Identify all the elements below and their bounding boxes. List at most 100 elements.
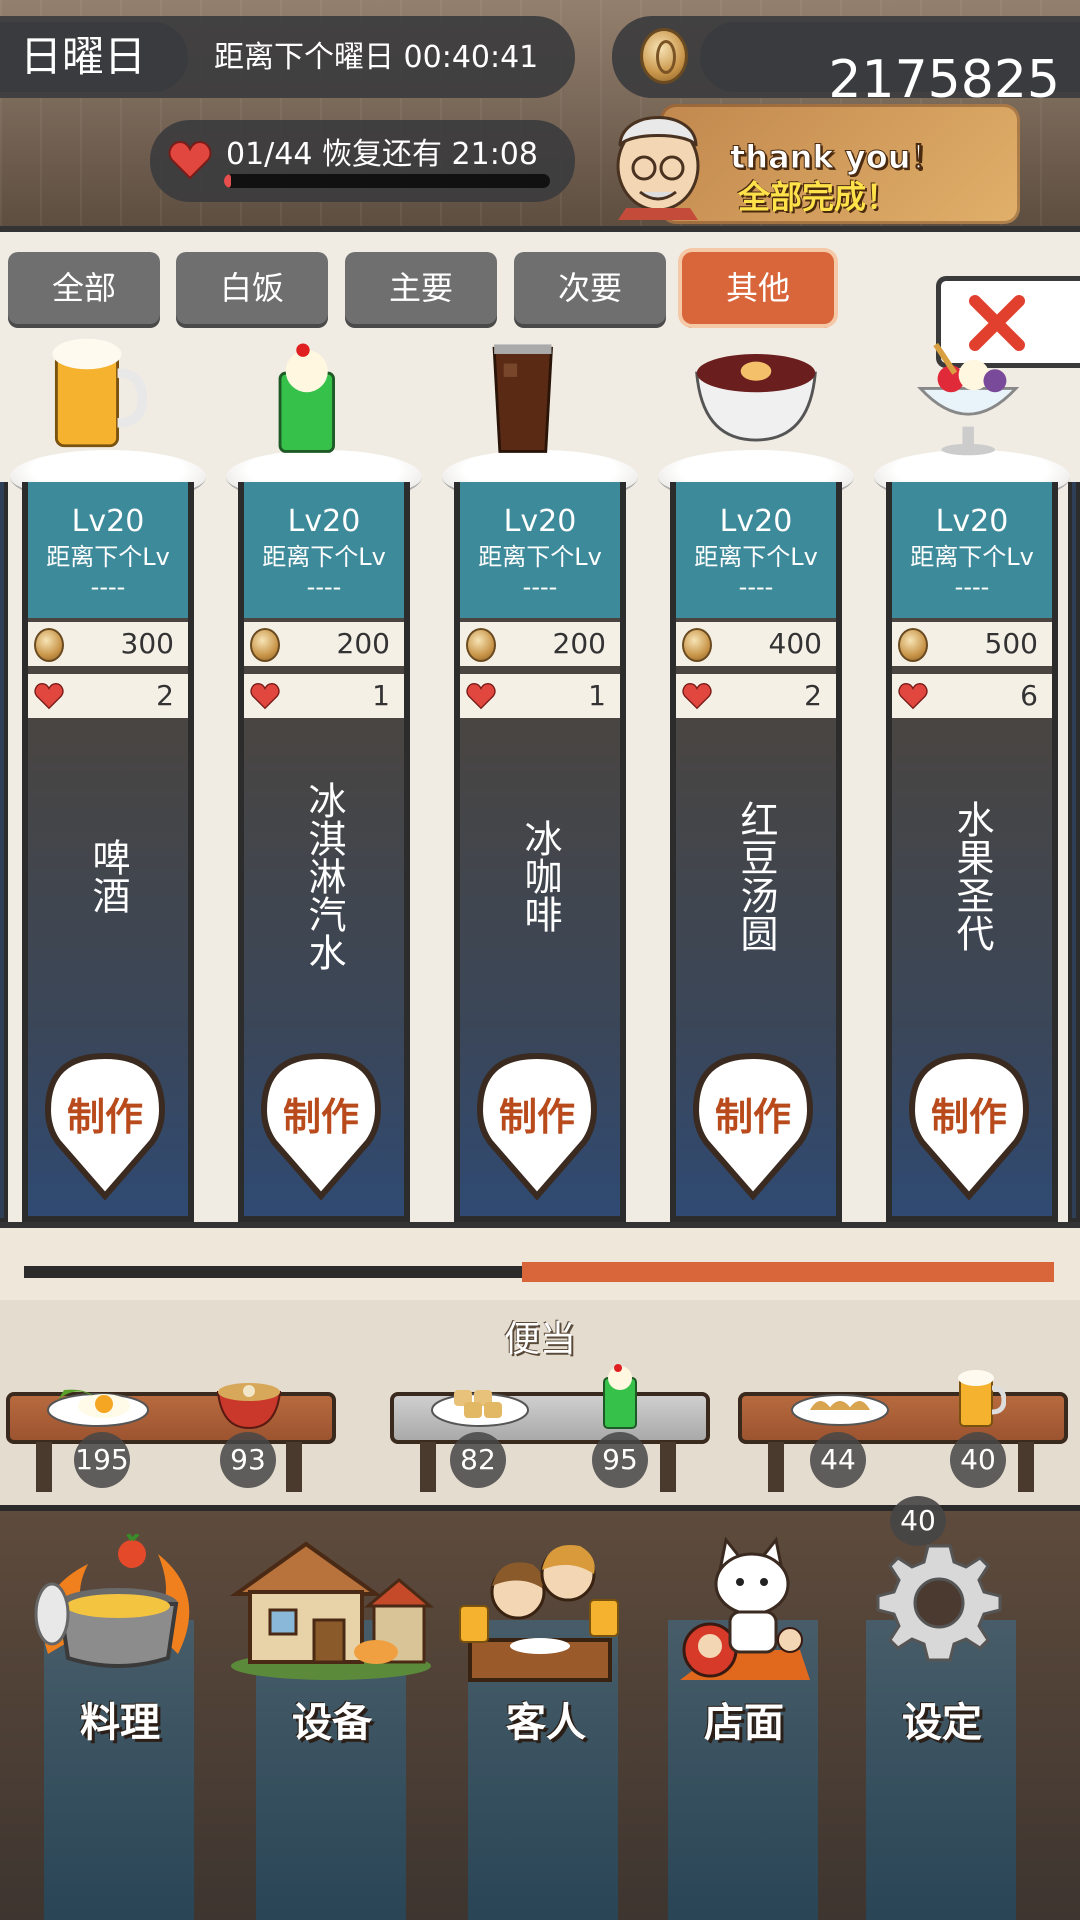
tab-side[interactable]: 次要 (514, 252, 666, 324)
recipe-price-row: 400 (676, 622, 836, 666)
nav-settings-label[interactable]: 设定 (852, 1690, 1032, 1748)
recipe-price-row: 300 (28, 622, 188, 666)
scrollbar-thumb[interactable] (522, 1262, 1054, 1282)
make-button-label: 制作 (714, 1095, 791, 1139)
lucky-cat-icon[interactable] (660, 1530, 820, 1690)
cream-soda-mini-icon (603, 1364, 637, 1429)
recipe-next-level-label: 距离下个Lv (46, 543, 170, 571)
recipe-heart-cost: 6 (1020, 679, 1038, 712)
heart-icon (682, 683, 712, 710)
recipe-level: Lv20 (935, 504, 1009, 539)
recipe-price-row: 200 (460, 622, 620, 666)
house-icon[interactable] (226, 1534, 436, 1684)
make-button[interactable]: 制作 (44, 1050, 166, 1201)
recipe-price-row: 500 (892, 622, 1052, 666)
recipe-name: 冰淇淋汽水 (302, 781, 346, 971)
recipe-card: Lv20 距离下个Lv ---- 500 6 水果圣代 制作 (886, 482, 1058, 1222)
make-button-label: 制作 (66, 1095, 143, 1139)
fruit-sundae-icon (917, 342, 1020, 456)
recipe-price: 200 (552, 627, 606, 660)
recipe-card: Lv20 距离下个Lv ---- 200 1 冰咖啡制作 (454, 482, 626, 1222)
recipe-price: 300 (120, 627, 174, 660)
recipe-heart-row: 2 (28, 674, 188, 718)
recipe-name: 红豆汤圆 (734, 800, 778, 952)
guests-icon[interactable] (450, 1530, 630, 1690)
weekday-label: 日曜日 (0, 22, 188, 92)
make-button-label: 制作 (930, 1095, 1007, 1139)
heart-icon (168, 140, 212, 180)
recipe-card: Lv20 距离下个Lv ---- 400 2 红豆汤圆制作 (670, 482, 842, 1222)
make-button-label: 制作 (498, 1095, 575, 1139)
bento-count: 82 (450, 1432, 506, 1488)
cream-soda-icon (278, 343, 335, 453)
recipe-next-level-value: ---- (738, 573, 774, 601)
recipe-heart-row: 1 (460, 674, 620, 718)
tab-other[interactable]: 其他 (682, 252, 834, 324)
recipe-level: Lv20 (503, 504, 577, 539)
recipe-level-box: Lv20 距离下个Lv ---- (892, 482, 1052, 618)
tab-main[interactable]: 主要 (345, 252, 497, 324)
dumpling-plate-icon (431, 1390, 529, 1427)
make-button[interactable]: 制作 (476, 1050, 598, 1201)
recipe-name: 啤酒 (86, 838, 130, 914)
make-button[interactable]: 制作 (260, 1050, 382, 1201)
recipe-level-box: Lv20 距离下个Lv ---- (676, 482, 836, 618)
red-bean-soup-icon (695, 353, 817, 442)
completion-banner[interactable]: thank you！ 全部完成！ (600, 96, 1020, 228)
nav-shop-label[interactable]: 店面 (654, 1690, 834, 1748)
recipe-next-level-value: ---- (954, 573, 990, 601)
bento-title: 便当 (503, 1319, 576, 1360)
recipe-card: Lv20 距离下个Lv ---- 300 2 啤酒 制作 (22, 482, 194, 1222)
nav-guests-label[interactable]: 客人 (456, 1690, 636, 1748)
make-button-label: 制作 (282, 1095, 359, 1139)
next-column-edge (1068, 482, 1080, 1222)
recipe-price: 200 (336, 627, 390, 660)
bento-table-3[interactable] (738, 1392, 1068, 1492)
heart-icon (250, 683, 280, 710)
ramen-bowl-icon (216, 1383, 282, 1430)
recipe-name: 冰咖啡 (518, 819, 562, 933)
make-button[interactable]: 制作 (908, 1050, 1030, 1201)
tab-rice[interactable]: 白饭 (176, 252, 328, 324)
recipe-heart-row: 6 (892, 674, 1052, 718)
recipe-next-level-label: 距离下个Lv (694, 543, 818, 571)
recipe-heart-cost: 2 (804, 679, 822, 712)
recipe-level-box: Lv20 距离下个Lv ---- (460, 482, 620, 618)
recipe-heart-cost: 1 (588, 679, 606, 712)
recipe-next-level-value: ---- (522, 573, 558, 601)
coin-icon (682, 628, 712, 662)
cooking-pot-icon[interactable] (28, 1534, 208, 1684)
recipe-price: 500 (984, 627, 1038, 660)
fried-egg-icon (47, 1389, 149, 1427)
gear-icon[interactable] (874, 1540, 1004, 1670)
bento-extra-count: 40 (890, 1496, 946, 1546)
recipe-price: 400 (768, 627, 822, 660)
recipe-level: Lv20 (287, 504, 361, 539)
banner-done-text: 全部完成！ (738, 178, 899, 216)
next-day-timer: 距离下个曜日 00:40:41 (214, 40, 539, 75)
stamina-bar-fill (224, 174, 232, 188)
recipe-heart-row: 2 (676, 674, 836, 718)
gyoza-plate-icon (791, 1394, 889, 1426)
coin-icon (250, 628, 280, 662)
stamina-bar (224, 174, 550, 188)
recipe-next-level-label: 距离下个Lv (910, 543, 1034, 571)
bento-count: 93 (220, 1432, 276, 1488)
previous-column-edge (0, 482, 8, 1222)
coin-icon (898, 628, 928, 662)
panel-divider (0, 1222, 1080, 1228)
make-button[interactable]: 制作 (692, 1050, 814, 1201)
iced-coffee-icon (492, 344, 553, 453)
recipe-panel: 全部 白饭 主要 次要 其他 Lv20 距离下个Lv ---- 300 2 啤酒 制作 Lv2… (0, 226, 1080, 1226)
coin-icon (466, 628, 496, 662)
recipe-heart-row: 1 (244, 674, 404, 718)
coin-icon (640, 28, 688, 84)
heart-icon (34, 683, 64, 710)
recipe-next-level-label: 距离下个Lv (478, 543, 602, 571)
tab-all[interactable]: 全部 (8, 252, 160, 324)
stamina-text: 01/44 恢复还有 21:08 (226, 137, 538, 172)
beer-icon (52, 338, 148, 448)
nav-equipment-label[interactable]: 设备 (242, 1690, 422, 1748)
nav-cooking-label[interactable]: 料理 (30, 1690, 210, 1748)
recipe-heart-cost: 1 (372, 679, 390, 712)
